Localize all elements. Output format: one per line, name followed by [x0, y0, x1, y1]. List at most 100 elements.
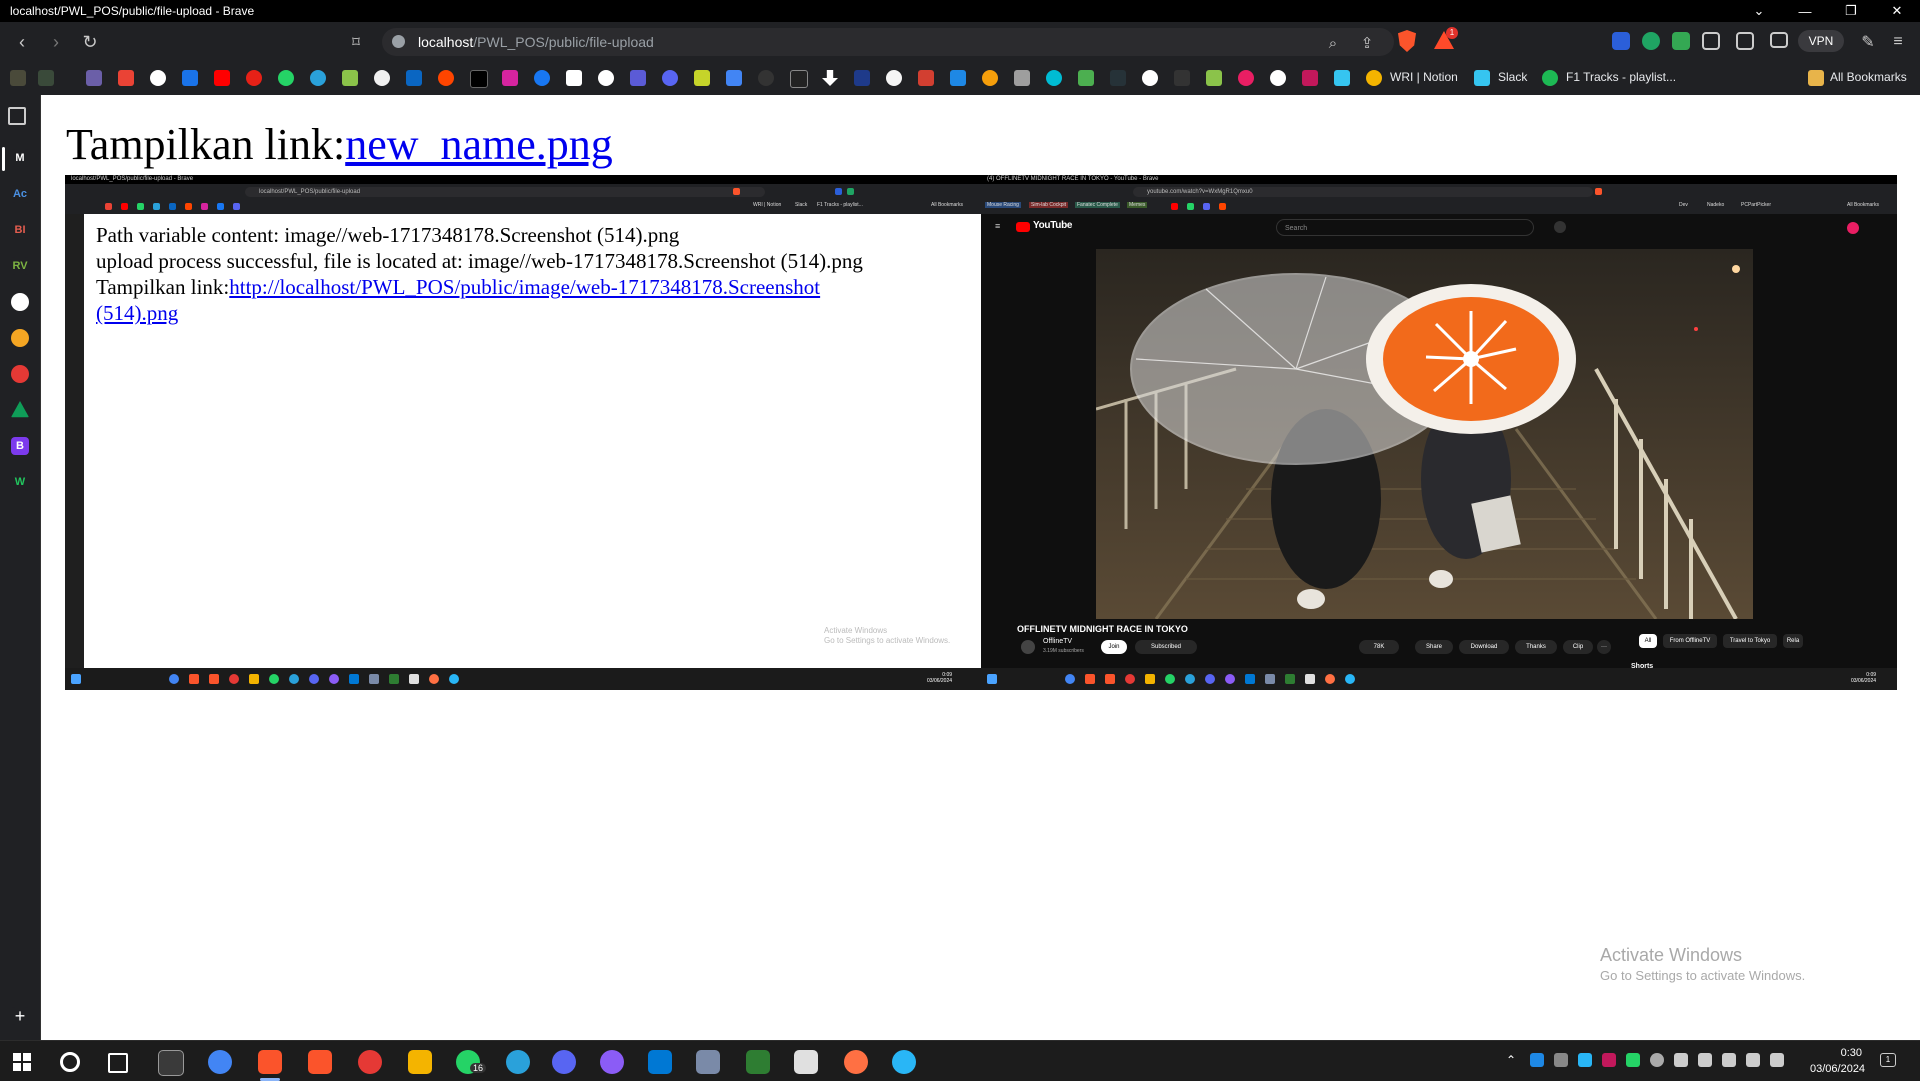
sidebar-item-bi[interactable]: BI [11, 221, 29, 239]
bookmark-f1-tracks[interactable]: F1 Tracks - playlist... [1566, 70, 1676, 84]
leo-icon[interactable]: ✎ [1856, 30, 1880, 54]
bookmark-app-icon[interactable] [1078, 70, 1094, 86]
app-icon[interactable] [794, 1050, 818, 1074]
postman-icon[interactable] [844, 1050, 868, 1074]
all-bookmarks[interactable]: All Bookmarks [1830, 70, 1907, 84]
youtube-icon[interactable] [214, 70, 230, 86]
steam-tray-icon[interactable] [1530, 1053, 1544, 1067]
bookmark-slack[interactable]: Slack [1498, 70, 1527, 84]
sidebar-item-b[interactable]: B [11, 437, 29, 455]
bookmark-app-icon[interactable] [758, 70, 774, 86]
grammarly-extension-icon[interactable] [1642, 32, 1660, 50]
bookmark-app-icon[interactable] [694, 70, 710, 86]
whatsapp-icon[interactable] [278, 70, 294, 86]
bookmark-folder-icon[interactable] [10, 70, 26, 86]
vpn-button[interactable]: VPN [1798, 30, 1844, 52]
sidebar-item-ac[interactable]: Ac [11, 185, 29, 203]
terminal-icon[interactable] [158, 1050, 184, 1076]
wallet-icon[interactable] [1770, 32, 1788, 48]
bookmark-app-icon[interactable] [982, 70, 998, 86]
extensions-puzzle-icon[interactable] [1702, 32, 1720, 50]
bitwarden-extension-icon[interactable] [1612, 32, 1630, 50]
bookmark-app-icon[interactable] [918, 70, 934, 86]
tray-icon[interactable] [1578, 1053, 1592, 1067]
notion-icon[interactable] [566, 70, 582, 86]
download-icon[interactable] [822, 70, 838, 86]
notion-wri-icon[interactable] [1366, 70, 1382, 86]
discord-icon[interactable] [662, 70, 678, 86]
address-bar[interactable]: localhost/PWL_POS/public/file-upload ⌕ ⇪ [382, 28, 1394, 56]
x-icon[interactable] [470, 70, 488, 88]
address-url[interactable]: localhost/PWL_POS/public/file-upload [418, 34, 654, 50]
bookmark-app-icon[interactable] [1238, 70, 1254, 86]
menu-icon[interactable]: ≡ [1886, 30, 1910, 54]
app-icon[interactable] [892, 1050, 916, 1074]
github-desktop-icon[interactable] [600, 1050, 624, 1074]
system-clock[interactable]: 0:30 03/06/2024 [1810, 1045, 1865, 1077]
bookmark-app-icon[interactable] [1142, 70, 1158, 86]
sidebar-item-app[interactable] [11, 329, 29, 347]
add-sidebar-item-button[interactable]: + [11, 1007, 29, 1025]
zoom-icon[interactable]: ⌕ [1324, 34, 1342, 52]
windows-start-icon[interactable] [10, 1050, 34, 1074]
linkedin-icon[interactable] [406, 70, 422, 86]
bookmark-app-icon[interactable] [1270, 70, 1286, 86]
bookmark-app-icon[interactable] [854, 70, 870, 86]
bookmark-app-icon[interactable] [1046, 70, 1062, 86]
site-info-icon[interactable] [392, 35, 405, 48]
youtube-music-icon[interactable] [246, 70, 262, 86]
bookmark-app-icon[interactable] [950, 70, 966, 86]
facebook-icon[interactable] [534, 70, 550, 86]
spotify-icon[interactable] [1542, 70, 1558, 86]
bookmark-app-icon[interactable] [630, 70, 646, 86]
task-view-icon[interactable] [108, 1053, 128, 1073]
battery-icon[interactable] [1746, 1053, 1760, 1067]
file-explorer-icon[interactable] [408, 1050, 432, 1074]
slack-icon[interactable] [1334, 70, 1350, 86]
forward-icon[interactable]: › [44, 30, 68, 54]
folder-icon[interactable] [1808, 70, 1824, 86]
close-button[interactable]: ✕ [1874, 0, 1920, 22]
telegram-icon[interactable] [506, 1050, 530, 1074]
bookmark-app-icon[interactable] [1110, 70, 1126, 86]
translate-icon[interactable] [726, 70, 742, 86]
sidebar-item-m[interactable]: M [11, 149, 29, 167]
minimize-button[interactable]: — [1782, 0, 1828, 22]
telegram-icon[interactable] [310, 70, 326, 86]
sidebar-item-app[interactable] [11, 365, 29, 383]
openai-icon[interactable] [598, 70, 614, 86]
reddit-icon[interactable] [438, 70, 454, 86]
bookmark-app-icon[interactable] [790, 70, 808, 88]
bookmark-icon[interactable]: ⌑ [344, 30, 368, 54]
tray-icon[interactable] [1554, 1053, 1568, 1067]
sidebar-panel-icon[interactable] [8, 107, 26, 125]
calendar-icon[interactable] [182, 70, 198, 86]
whatsapp-tray-icon[interactable] [1626, 1053, 1640, 1067]
sidebar-item-openai[interactable] [11, 293, 29, 311]
search-icon[interactable] [60, 1052, 80, 1072]
bookmark-app-icon[interactable] [342, 70, 358, 86]
google-icon[interactable] [150, 70, 166, 86]
sidebar-item-rv[interactable]: RV [11, 257, 29, 275]
network-app-icon[interactable] [696, 1050, 720, 1074]
network-icon[interactable] [1698, 1053, 1712, 1067]
bookmark-app-icon[interactable] [886, 70, 902, 86]
brave-icon[interactable] [258, 1050, 282, 1074]
bookmark-app-icon[interactable] [1174, 70, 1190, 86]
extension-icon[interactable] [1672, 32, 1690, 50]
volume-icon[interactable] [1722, 1053, 1736, 1067]
instagram-icon[interactable] [502, 70, 518, 86]
bookmark-app-icon[interactable] [1302, 70, 1318, 86]
image-link[interactable]: new_name.png [345, 120, 613, 169]
vscode-icon[interactable] [648, 1050, 672, 1074]
tray-icon[interactable] [1674, 1053, 1688, 1067]
restore-button[interactable]: ❐ [1828, 0, 1874, 22]
tray-icon[interactable] [1602, 1053, 1616, 1067]
sidebar-item-w[interactable]: W [11, 473, 29, 491]
bookmark-wri-notion[interactable]: WRI | Notion [1390, 70, 1458, 84]
sidebar-toggle-icon[interactable] [1736, 32, 1754, 50]
bookmark-app-icon[interactable] [1206, 70, 1222, 86]
minecraft-icon[interactable] [746, 1050, 770, 1074]
chrome-icon[interactable] [208, 1050, 232, 1074]
onedrive-icon[interactable] [1650, 1053, 1664, 1067]
